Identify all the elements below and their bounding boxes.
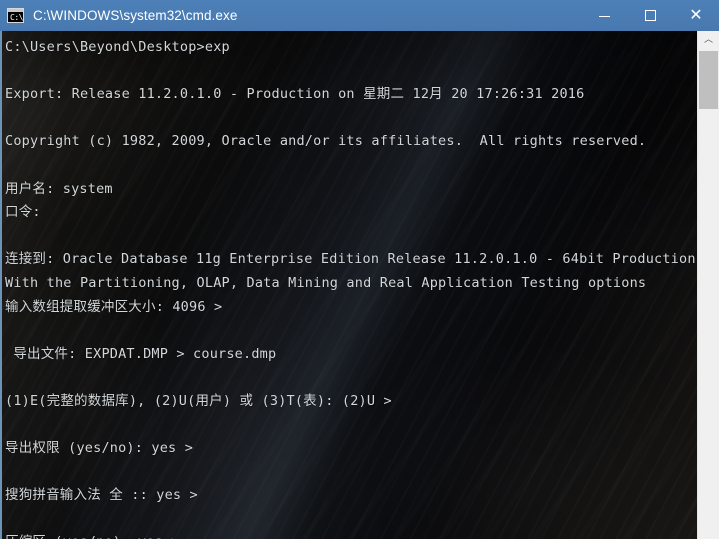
cmd-window: C:\ C:\WINDOWS\system32\cmd.exe ✕ C:\Use…: [0, 0, 719, 539]
console-line: With the Partitioning, OLAP, Data Mining…: [5, 274, 647, 291]
title-bar[interactable]: C:\ C:\WINDOWS\system32\cmd.exe ✕: [0, 0, 719, 31]
console-line: 输入数组提取缓冲区大小: 4096 >: [5, 298, 223, 315]
minimize-icon: [598, 16, 610, 17]
scrollbar-thumb[interactable]: [699, 51, 718, 109]
console-line: 连接到: Oracle Database 11g Enterprise Edit…: [5, 251, 696, 268]
console-line: 搜狗拼音输入法 全 :: yes >: [5, 487, 198, 504]
console-line: 导出权限 (yes/no): yes >: [5, 440, 194, 457]
scrollbar-track[interactable]: [698, 49, 719, 539]
maximize-icon: [644, 10, 656, 21]
console-line: Export: Release 11.2.0.1.0 - Production …: [5, 86, 585, 103]
console-line: 口令:: [5, 204, 41, 221]
scroll-up-icon[interactable]: ︿: [698, 31, 719, 49]
minimize-button[interactable]: [581, 0, 627, 31]
close-button[interactable]: ✕: [673, 0, 719, 31]
vertical-scrollbar[interactable]: ︿: [697, 31, 719, 539]
cmd-icon[interactable]: C:\: [7, 8, 24, 23]
console-line: 导出文件: EXPDAT.DMP > course.dmp: [5, 345, 277, 362]
window-client-area: C:\Users\Beyond\Desktop>exp Export: Rele…: [0, 31, 719, 539]
title-bar-left: C:\ C:\WINDOWS\system32\cmd.exe: [0, 0, 581, 31]
console-line: (1)E(完整的数据库), (2)U(用户) 或 (3)T(表): (2)U >: [5, 392, 392, 409]
cmd-icon-glyph: C:\: [10, 13, 23, 22]
console-line: 压缩区 (yes/no): yes >: [5, 531, 697, 539]
console-line: 用户名: system: [5, 180, 113, 197]
maximize-button[interactable]: [627, 0, 673, 31]
window-title: C:\WINDOWS\system32\cmd.exe: [33, 8, 238, 23]
console-output-area[interactable]: C:\Users\Beyond\Desktop>exp Export: Rele…: [0, 31, 697, 539]
window-controls: ✕: [581, 0, 719, 31]
console-line: C:\Users\Beyond\Desktop>exp: [5, 39, 230, 55]
console-text: C:\Users\Beyond\Desktop>exp Export: Rele…: [2, 31, 697, 539]
close-icon: ✕: [689, 4, 703, 24]
console-line: Copyright (c) 1982, 2009, Oracle and/or …: [5, 133, 647, 150]
